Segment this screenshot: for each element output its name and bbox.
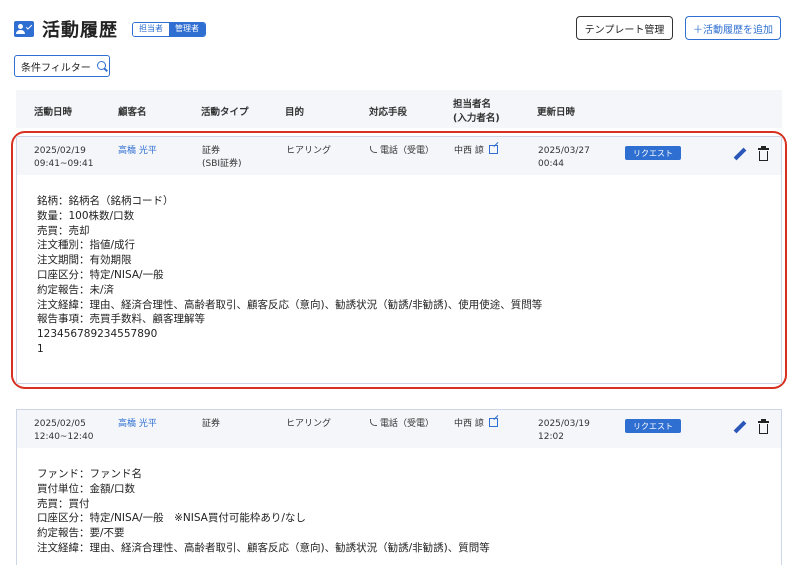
- record-method-label: 電話（受電）: [380, 146, 435, 156]
- customer-link[interactable]: 高橋 光平: [118, 418, 157, 431]
- record-summary-row[interactable]: 2025/02/19 09:41~09:41 高橋 光平 証券 (SBI証券) …: [17, 137, 781, 175]
- record-updated-time: 12:02: [538, 432, 564, 442]
- record-purpose: ヒアリング: [286, 419, 332, 429]
- record-staff: 中西 諒: [454, 418, 498, 431]
- role-toggle[interactable]: 担当者 管理者: [132, 21, 206, 37]
- record-time: 09:41~09:41: [34, 159, 94, 169]
- record-updated-time: 00:44: [538, 159, 564, 169]
- record-method: 電話（受電）: [370, 145, 434, 158]
- detail-line: 買付単位：金額/口数: [37, 482, 136, 495]
- filter-label: 条件フィルター: [21, 62, 91, 74]
- record-method-label: 電話（受電）: [380, 419, 435, 429]
- detail-line: 約定報告：要/不要: [37, 527, 125, 540]
- column-staff: 担当者名: [453, 99, 492, 110]
- detail-line: 注文期間：有効期限: [37, 254, 132, 267]
- external-link-icon[interactable]: [488, 418, 498, 427]
- detail-line: 売買：売却: [37, 224, 90, 237]
- column-customer: 顧客名: [118, 107, 147, 118]
- record-type-sub: (SBI証券): [202, 159, 242, 169]
- edit-icon[interactable]: [733, 420, 747, 434]
- detail-line: 口座区分：特定/NISA/一般 ※NISA買付可能枠あり/なし: [37, 512, 306, 525]
- activity-history-icon: [14, 21, 34, 37]
- phone-icon: [370, 419, 377, 426]
- delete-icon[interactable]: [758, 419, 769, 434]
- record-type: 証券: [202, 419, 221, 429]
- search-icon: [96, 60, 108, 72]
- customer-link[interactable]: 高橋 光平: [118, 145, 157, 158]
- detail-line: 口座区分：特定/NISA/一般: [37, 268, 164, 281]
- role-option-admin[interactable]: 管理者: [169, 22, 205, 36]
- record-date: 2025/02/05: [34, 419, 86, 429]
- column-staff-input: (入力者名): [453, 113, 500, 124]
- record-summary-row[interactable]: 2025/02/05 12:40~12:40 高橋 光平 証券 ヒアリング 電話…: [17, 410, 781, 448]
- record-method: 電話（受電）: [370, 418, 434, 431]
- phone-icon: [370, 146, 377, 153]
- record-detail-text: ファンド：ファンド名 買付単位：金額/口数 売買：買付 口座区分：特定/NISA…: [37, 467, 490, 556]
- column-date: 活動日時: [34, 107, 73, 118]
- record-detail-text: 銘柄：銘柄名（銘柄コード） 数量：100株数/口数 売買：売却 注文種別：指値/…: [37, 194, 542, 357]
- record-staff: 中西 諒: [454, 145, 498, 158]
- edit-icon[interactable]: [733, 147, 747, 161]
- detail-line: 注文経緯：理由、経済合理性、高齢者取引、顧客反応（意向)、勧誘状況（勧誘/非勧誘…: [37, 298, 543, 311]
- role-option-staff[interactable]: 担当者: [133, 22, 169, 36]
- record-staff-name: 中西 諒: [454, 146, 484, 156]
- detail-line: 約定報告：未/済: [37, 283, 115, 296]
- activity-record[interactable]: 2025/02/19 09:41~09:41 高橋 光平 証券 (SBI証券) …: [16, 136, 782, 384]
- detail-line: 注文経緯：理由、経済合理性、高齢者取引、顧客反応（意向)、勧誘状況（勧誘/非勧誘…: [37, 541, 490, 554]
- record-date: 2025/02/19: [34, 146, 86, 156]
- record-time: 12:40~12:40: [34, 432, 94, 442]
- column-method: 対応手段: [369, 107, 408, 118]
- page-title: 活動履歴: [42, 20, 118, 41]
- external-link-icon[interactable]: [488, 145, 498, 154]
- activity-record[interactable]: 2025/02/05 12:40~12:40 高橋 光平 証券 ヒアリング 電話…: [16, 409, 782, 565]
- detail-line: 売買：買付: [37, 497, 90, 510]
- column-updated: 更新日時: [537, 107, 576, 118]
- column-activity-type: 活動タイプ: [201, 107, 249, 118]
- delete-icon[interactable]: [758, 146, 769, 161]
- template-manage-button[interactable]: テンプレート管理: [576, 16, 673, 40]
- record-updated-date: 2025/03/19: [538, 419, 590, 429]
- add-activity-button[interactable]: ＋活動履歴を追加: [685, 16, 781, 40]
- condition-filter-button[interactable]: 条件フィルター: [14, 55, 110, 77]
- record-type: 証券: [202, 146, 221, 156]
- request-badge[interactable]: リクエスト: [625, 419, 681, 433]
- detail-line: 123456789234557890: [37, 328, 158, 341]
- detail-line: 数量：100株数/口数: [37, 209, 135, 222]
- detail-line: 銘柄：銘柄名（銘柄コード）: [37, 195, 174, 207]
- record-staff-name: 中西 諒: [454, 419, 484, 429]
- page-header: 活動履歴 担当者 管理者: [14, 14, 206, 44]
- record-purpose: ヒアリング: [286, 146, 332, 156]
- column-purpose: 目的: [285, 107, 305, 118]
- detail-line: 注文種別：指値/成行: [37, 239, 136, 252]
- table-header: 活動日時 顧客名 活動タイプ 目的 対応手段 担当者名 (入力者名) 更新日時: [16, 90, 782, 128]
- detail-line: 報告事項：売買手数料、顧客理解等: [37, 313, 205, 326]
- request-badge[interactable]: リクエスト: [625, 146, 681, 160]
- detail-line: 1: [37, 342, 44, 355]
- detail-line: ファンド：ファンド名: [37, 468, 142, 480]
- record-updated-date: 2025/03/27: [538, 146, 590, 156]
